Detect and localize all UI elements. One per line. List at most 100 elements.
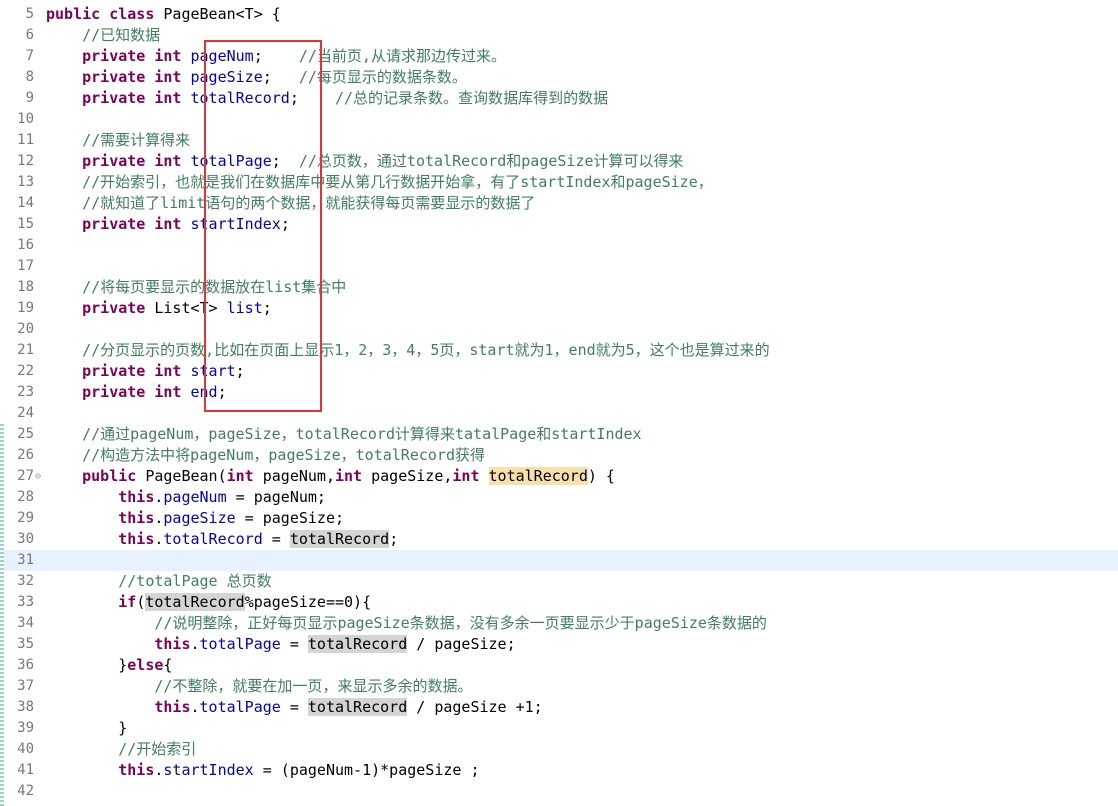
code-line[interactable]: 13 //开始索引，也就是我们在数据库中要从第几行数据开始拿，有了startIn… — [0, 172, 1118, 193]
code-token: private int — [82, 47, 182, 65]
line-number: 29 — [17, 510, 34, 526]
code-token: //开始索引，也就是我们在数据库中要从第几行数据开始拿，有了startIndex… — [82, 173, 713, 191]
code-token: else — [127, 656, 164, 674]
code-token: this — [118, 509, 155, 527]
code-token: this — [118, 761, 155, 779]
line-number: 9 — [25, 90, 34, 106]
code-text: private int totalPage; //总页数，通过totalReco… — [46, 151, 684, 172]
code-text: this.totalRecord = totalRecord; — [46, 529, 398, 550]
code-text: }else{ — [46, 655, 172, 676]
code-line[interactable]: 14 //就知道了limit语句的两个数据，就能获得每页需要显示的数据了 — [0, 193, 1118, 214]
code-token: totalRecord — [307, 698, 408, 716]
code-line[interactable]: 6 //已知数据 — [0, 25, 1118, 46]
code-line[interactable]: 28 this.pageNum = pageNum; — [0, 487, 1118, 508]
code-line[interactable]: 23 private int end; — [0, 382, 1118, 403]
code-line[interactable]: 35 this.totalPage = totalRecord / pageSi… — [0, 634, 1118, 655]
code-line[interactable]: 21 //分页显示的页数,比如在页面上显示1，2，3，4，5页，start就为1… — [0, 340, 1118, 361]
code-token: List<T> — [145, 299, 227, 317]
code-line[interactable]: 26 //构造方法中将pageNum，pageSize，totalRecord获… — [0, 445, 1118, 466]
code-line[interactable]: 15 private int startIndex; — [0, 214, 1118, 235]
code-line[interactable]: 31 — [0, 550, 1118, 571]
code-token: totalRecord — [307, 635, 408, 653]
code-line[interactable]: 29 this.pageSize = pageSize; — [0, 508, 1118, 529]
code-text: this.pageNum = pageNum; — [46, 487, 326, 508]
code-line[interactable]: 7 private int pageNum; //当前页,从请求那边传过来。 — [0, 46, 1118, 67]
code-line[interactable]: 10 — [0, 109, 1118, 130]
code-line[interactable]: 18 //将每页要显示的数据放在list集合中 — [0, 277, 1118, 298]
code-token: int — [226, 467, 254, 485]
code-token: ; — [235, 362, 245, 380]
code-token: this — [154, 698, 191, 716]
line-number: 42 — [17, 783, 34, 799]
code-line[interactable]: 40 //开始索引 — [0, 739, 1118, 760]
code-line[interactable]: 34 //说明整除，正好每页显示pageSize条数据，没有多余一页要显示少于p… — [0, 613, 1118, 634]
code-token: ; — [271, 152, 299, 170]
code-text: private List<T> list; — [46, 298, 272, 319]
line-number: 20 — [17, 321, 34, 337]
code-token: totalPage — [190, 152, 272, 170]
line-number: 26 — [17, 447, 34, 463]
code-line[interactable]: 30 this.totalRecord = totalRecord; — [0, 529, 1118, 550]
code-editor[interactable]: 5 public class PageBean<T> {6 //已知数据 7 pri… — [0, 4, 1118, 802]
code-line[interactable]: 32 //totalPage 总页数 — [0, 571, 1118, 592]
code-text: //将每页要显示的数据放在list集合中 — [46, 277, 346, 298]
code-line[interactable]: 25 //通过pageNum，pageSize，totalRecord计算得来t… — [0, 424, 1118, 445]
line-number: 27 — [17, 468, 34, 484]
code-line[interactable]: 36 }else{ — [0, 655, 1118, 676]
code-token: ; — [262, 68, 299, 86]
code-token: %pageSize==0){ — [244, 593, 372, 611]
code-line[interactable]: 22 private int start; — [0, 361, 1118, 382]
code-line[interactable]: 8 private int pageSize; //每页显示的数据条数。 — [0, 67, 1118, 88]
code-line[interactable]: 12 private int totalPage; //总页数，通过totalR… — [0, 151, 1118, 172]
code-text: public class PageBean<T> { — [46, 4, 281, 25]
code-token: public — [82, 467, 137, 485]
code-text: private int totalRecord; //总的记录条数。查询数据库得… — [46, 88, 608, 109]
line-number: 11 — [17, 132, 34, 148]
code-line[interactable]: 17 — [0, 256, 1118, 277]
code-line[interactable]: 5 public class PageBean<T> { — [0, 4, 1118, 25]
code-line[interactable]: 38 this.totalPage = totalRecord / pageSi… — [0, 697, 1118, 718]
code-token: = — [280, 635, 308, 653]
code-text: //说明整除，正好每页显示pageSize条数据，没有多余一页要显示少于page… — [46, 613, 767, 634]
code-token: ; — [280, 215, 290, 233]
code-line[interactable]: 41 this.startIndex = (pageNum-1)*pageSiz… — [0, 760, 1118, 781]
code-line[interactable]: 33 if(totalRecord%pageSize==0){ — [0, 592, 1118, 613]
code-token: private int — [82, 362, 182, 380]
code-token: list — [226, 299, 263, 317]
code-token: ; — [217, 383, 227, 401]
code-token: = pageNum; — [226, 488, 326, 506]
code-line[interactable]: 20 — [0, 319, 1118, 340]
code-line[interactable]: 27 ⊖ public PageBean(int pageNum,int page… — [0, 466, 1118, 487]
change-ruler — [0, 424, 4, 806]
code-token: int — [452, 467, 480, 485]
code-line[interactable]: 39 } — [0, 718, 1118, 739]
code-line[interactable]: 11 //需要计算得来 — [0, 130, 1118, 151]
code-line[interactable]: 24 — [0, 403, 1118, 424]
code-line[interactable]: 37 //不整除，就要在加一页，来显示多余的数据。 — [0, 676, 1118, 697]
line-number: 38 — [17, 699, 34, 715]
code-line[interactable]: 9 private int totalRecord; //总的记录条数。查询数据… — [0, 88, 1118, 109]
code-token: //总页数，通过totalRecord和pageSize计算可以得来 — [298, 152, 684, 170]
code-line[interactable]: 19 private List<T> list; — [0, 298, 1118, 319]
code-line[interactable]: 42 — [0, 781, 1118, 802]
code-token: totalPage — [199, 635, 281, 653]
code-token: int — [335, 467, 363, 485]
line-number: 22 — [17, 363, 34, 379]
code-line[interactable]: 16 — [0, 235, 1118, 256]
fold-toggle-icon[interactable]: ⊖ — [35, 466, 45, 487]
code-token: totalRecord — [190, 89, 290, 107]
